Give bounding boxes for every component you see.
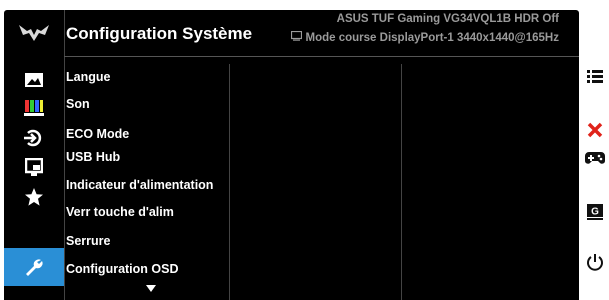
wrench-icon[interactable] (4, 248, 64, 286)
column-divider (229, 64, 230, 300)
model-info: ASUS TUF Gaming VG34VQL1B HDR Off (336, 13, 559, 25)
menu-item-langue[interactable]: Langue (66, 70, 110, 84)
mode-info: Mode course DisplayPort-1 3440x1440@165H… (290, 30, 559, 44)
close-icon[interactable] (583, 118, 607, 142)
menu-item-power-key-lock[interactable]: Verr touche d'alim (66, 205, 174, 219)
sidebar (4, 10, 65, 300)
favorite-star-icon[interactable] (4, 182, 64, 212)
image-icon[interactable] (4, 65, 64, 95)
menu-item-osd-setup[interactable]: Configuration OSD (66, 262, 179, 276)
pip-icon[interactable] (4, 152, 64, 182)
gamepad-icon[interactable] (583, 146, 607, 170)
power-icon[interactable] (583, 250, 607, 274)
scroll-down-arrow-icon[interactable] (146, 280, 156, 298)
hotkey-bar: G (580, 0, 609, 300)
mode-text: Mode course DisplayPort-1 3440x1440@165H… (305, 31, 559, 44)
svg-text:G: G (591, 207, 599, 218)
monitor-icon (290, 30, 302, 44)
column-divider (401, 64, 402, 300)
menu-item-power-indicator[interactable]: Indicateur d'alimentation (66, 178, 213, 192)
menu-item-eco-mode[interactable]: ECO Mode (66, 127, 129, 141)
osd-panel: Configuration Système ASUS TUF Gaming VG… (4, 10, 579, 300)
gameplus-icon[interactable]: G (583, 199, 607, 223)
menu-item-lock[interactable]: Serrure (66, 234, 110, 248)
menu-item-son[interactable]: Son (66, 97, 90, 111)
color-icon[interactable] (4, 93, 64, 123)
tuf-logo-icon (4, 10, 64, 56)
page-title: Configuration Système (66, 24, 253, 43)
header-divider (64, 56, 579, 57)
menu-item-usb-hub[interactable]: USB Hub (66, 150, 120, 164)
menu-icon[interactable] (583, 64, 607, 88)
input-select-icon[interactable] (4, 123, 64, 153)
